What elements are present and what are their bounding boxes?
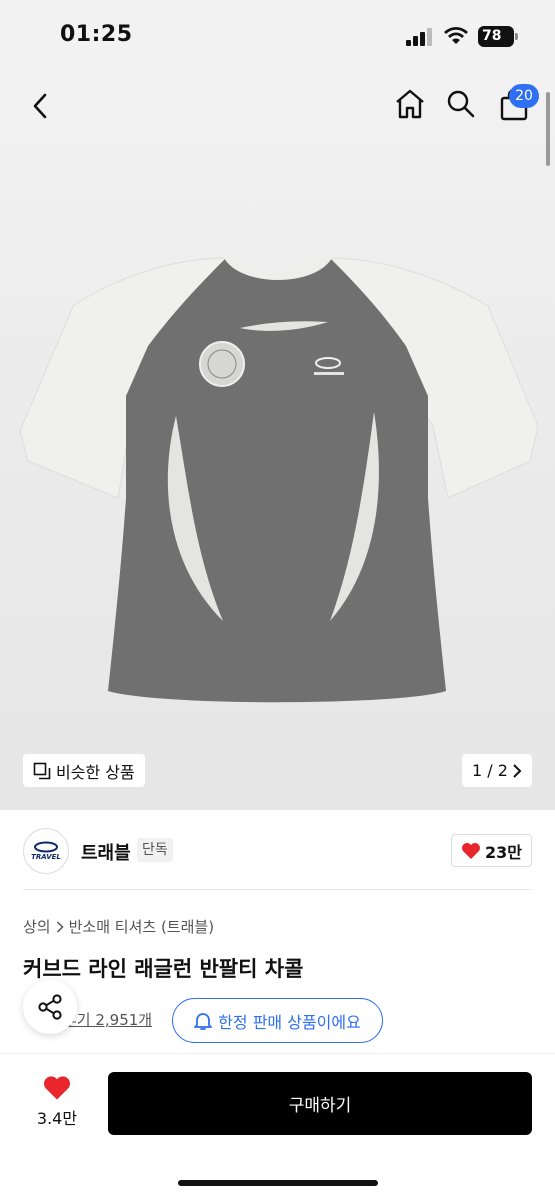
chevron-right-icon	[56, 920, 64, 933]
brand-like-count: 23만	[485, 842, 522, 862]
copy-icon	[33, 762, 51, 779]
travel-logo-mark	[34, 841, 58, 853]
scrollbar[interactable]	[546, 92, 550, 166]
home-button[interactable]	[392, 86, 428, 122]
status-time: 01:25	[60, 22, 133, 47]
shirt-emblem	[199, 341, 245, 387]
battery-indicator: 78	[478, 26, 514, 47]
bell-icon	[194, 1012, 213, 1030]
exclusive-tag: 단독	[137, 838, 173, 862]
chevron-right-icon	[513, 763, 522, 778]
breadcrumb-item[interactable]: 상의	[23, 916, 51, 937]
battery-tip	[515, 33, 518, 40]
toast-text: 한정 판매 상품이에요	[218, 1012, 361, 1032]
wishlist-count: 3.4만	[36, 1109, 78, 1128]
home-indicator	[178, 1180, 378, 1186]
breadcrumb: 상의 반소매 티셔츠 (트래블)	[23, 916, 214, 937]
brand-like-button[interactable]: 23만	[451, 834, 532, 867]
limited-sale-toast: 한정 판매 상품이에요	[172, 998, 383, 1043]
search-button[interactable]	[443, 86, 479, 122]
heart-icon	[462, 842, 480, 859]
buy-button[interactable]: 구매하기	[108, 1072, 532, 1135]
wifi-icon	[444, 27, 468, 44]
status-bar: 01:25 78	[0, 0, 555, 76]
breadcrumb-item[interactable]: 반소매 티셔츠 (트래블)	[69, 916, 214, 937]
cart-count-badge: 20	[509, 84, 539, 108]
product-image	[19, 252, 538, 703]
wishlist-button[interactable]: 3.4만	[22, 1075, 92, 1135]
similar-products-button[interactable]: 비슷한 상품	[23, 754, 145, 787]
share-icon	[38, 994, 62, 1020]
chevron-left-icon	[33, 93, 47, 119]
cellular-signal-icon	[406, 28, 434, 46]
battery-level: 78	[482, 28, 502, 44]
brand-name[interactable]: 트래블	[81, 839, 131, 865]
search-icon	[447, 90, 475, 118]
brand-logo-text: TRAVEL	[31, 853, 61, 861]
share-button[interactable]	[23, 980, 77, 1034]
back-button[interactable]	[22, 88, 58, 124]
brand-logo[interactable]: TRAVEL	[23, 828, 69, 874]
product-title: 커브드 라인 래글런 반팔티 차콜	[23, 957, 304, 981]
home-icon	[396, 89, 424, 119]
divider	[23, 889, 532, 890]
image-pager-button[interactable]: 1 / 2	[462, 754, 532, 787]
page-indicator: 1 / 2	[472, 761, 508, 780]
similar-products-label: 비슷한 상품	[56, 762, 135, 782]
heart-icon	[44, 1076, 70, 1100]
